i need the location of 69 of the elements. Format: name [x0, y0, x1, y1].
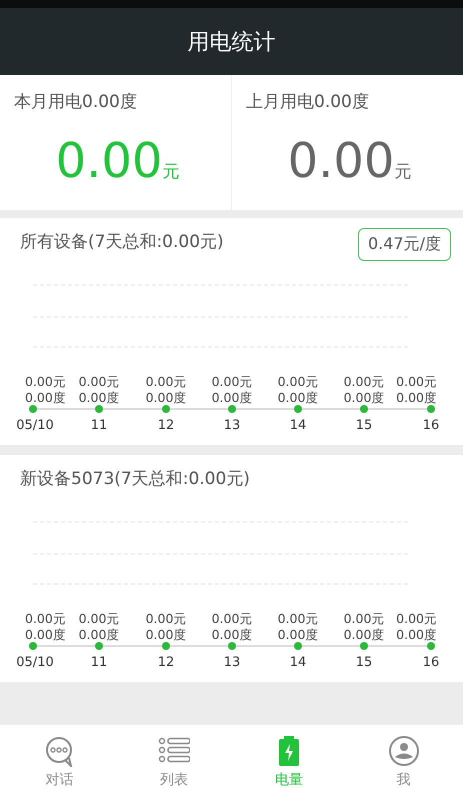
- timeline-dot: [294, 642, 302, 650]
- energy-label: 0.00度: [344, 390, 384, 405]
- energy-label: 0.00度: [396, 390, 437, 405]
- date-label: 15: [356, 418, 372, 433]
- energy-label: 0.00度: [212, 627, 252, 642]
- timeline-dot: [29, 405, 37, 413]
- device-title: 新设备5073(7天总和:0.00元): [20, 468, 250, 490]
- date-label: 16: [422, 418, 440, 433]
- timeline-dot: [228, 405, 236, 413]
- date-label: 15: [356, 655, 372, 670]
- timeline-dot: [162, 642, 170, 650]
- energy-label: 0.00度: [78, 390, 120, 405]
- cost-label: 0.00元: [278, 374, 318, 389]
- page-title: 用电统计: [188, 28, 276, 56]
- cost-label: 0.00元: [78, 374, 120, 389]
- timeline-dot: [29, 642, 37, 650]
- date-label: 14: [290, 418, 306, 433]
- cost-label: 0.00元: [396, 374, 437, 389]
- energy-label: 0.00度: [25, 390, 66, 405]
- cost-label: 0.00元: [25, 374, 66, 389]
- date-label: 12: [158, 418, 174, 433]
- timeline-dot: [228, 642, 236, 650]
- cost-label: 0.00元: [78, 611, 120, 626]
- energy-label: 0.00度: [396, 627, 437, 642]
- cost-label: 0.00元: [25, 611, 66, 626]
- device-title: 所有设备(7天总和:0.00元): [20, 231, 224, 253]
- cost-label: 0.00元: [278, 611, 318, 626]
- timeline-dot: [427, 642, 435, 650]
- date-label: 05/10: [16, 655, 54, 670]
- energy-label: 0.00度: [146, 627, 186, 642]
- cost-label: 0.00元: [344, 374, 384, 389]
- timeline-dot: [294, 405, 302, 413]
- date-label: 16: [422, 655, 440, 670]
- person-icon: [388, 736, 420, 767]
- cost-label: 0.00元: [146, 611, 186, 626]
- cost-label: 0.00元: [396, 611, 437, 626]
- cost-label: 0.00元: [344, 611, 384, 626]
- date-label: 14: [290, 655, 306, 670]
- tab[interactable]: 电量: [232, 725, 346, 800]
- timeline-dot: [427, 405, 435, 413]
- cost-amount: 0.00 元: [54, 133, 180, 189]
- date-label: 11: [90, 655, 108, 670]
- energy-label: 0.00度: [25, 627, 66, 642]
- date-label: 13: [224, 418, 240, 433]
- energy-label: 0.00度: [78, 627, 120, 642]
- date-label: 13: [224, 655, 240, 670]
- timeline-dot: [360, 642, 368, 650]
- tab[interactable]: 列表: [116, 725, 232, 800]
- timeline-dot: [360, 405, 368, 413]
- timeline-dot: [95, 405, 103, 413]
- tab[interactable]: 对话: [2, 725, 117, 800]
- tab[interactable]: 我: [346, 725, 461, 800]
- energy-label: 0.00度: [278, 390, 318, 405]
- date-label: 12: [158, 655, 174, 670]
- energy-label: 0.00度: [344, 627, 384, 642]
- energy-label: 0.00度: [212, 390, 252, 405]
- date-label: 05/10: [16, 418, 54, 433]
- cost-label: 0.00元: [212, 374, 252, 389]
- cost-amount: 0.00 元: [286, 133, 412, 189]
- timeline-dot: [162, 405, 170, 413]
- energy-label: 0.00度: [278, 627, 318, 642]
- usage-label: 本月用电0.00度: [14, 91, 138, 113]
- cost-label: 0.00元: [146, 374, 186, 389]
- usage-label: 上月用电0.00度: [246, 91, 370, 113]
- energy-label: 0.00度: [146, 390, 186, 405]
- rate-badge: 0.47元/度: [358, 228, 451, 261]
- cost-label: 0.00元: [212, 611, 252, 626]
- date-label: 11: [90, 418, 108, 433]
- timeline-dot: [95, 642, 103, 650]
